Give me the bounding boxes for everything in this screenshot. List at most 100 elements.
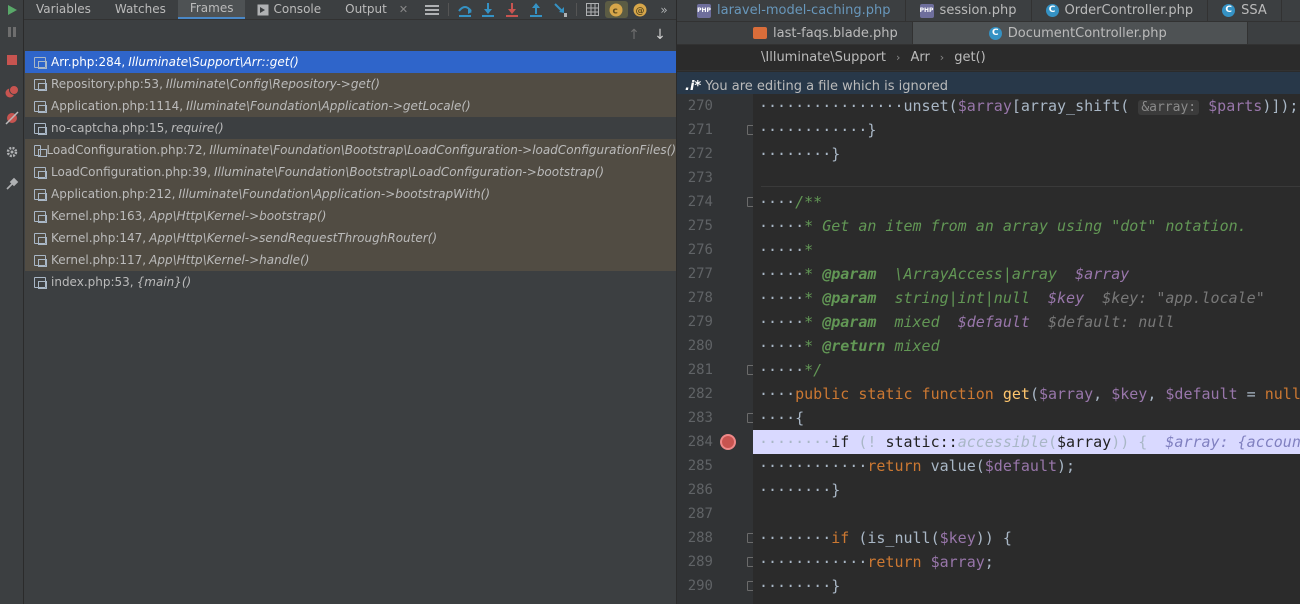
line-number: 289	[687, 554, 713, 570]
close-icon[interactable]: ✕	[399, 0, 408, 19]
stack-frame-icon	[34, 232, 47, 245]
editor-tab-order-controller[interactable]: C OrderController.php	[1032, 0, 1209, 21]
chevron-right-icon: ›	[939, 51, 945, 64]
previous-frame-arrow-up-icon[interactable]: ↑	[626, 26, 642, 44]
step-into-icon[interactable]	[477, 0, 501, 19]
next-frame-arrow-down-icon[interactable]: ↓	[652, 26, 668, 44]
tab-variables[interactable]: Variables	[24, 0, 103, 19]
code-line: ·····* @param mixed $default $default: n…	[759, 313, 1175, 331]
code-line: ········}	[759, 145, 841, 163]
debug-tool-strip	[0, 0, 24, 604]
php-class-icon: C	[1222, 4, 1236, 17]
frame-row[interactable]: index.php:53, {main}()	[25, 271, 676, 293]
stack-frame-icon	[34, 276, 47, 289]
line-number: 275	[687, 218, 713, 234]
code-line: ····/**	[759, 193, 823, 211]
line-number: 288	[687, 530, 713, 546]
frame-row[interactable]: Kernel.php:117, App\Http\Kernel->handle()	[25, 249, 676, 271]
code-editor[interactable]: ················unset($array[array_shift…	[753, 94, 1300, 604]
editor-tab-row-1: PHP laravel-model-caching.php PHP sessio…	[677, 0, 1300, 22]
frame-row[interactable]: Repository.php:53, Illuminate\Config\Repo…	[25, 73, 676, 95]
view-breakpoints-icon[interactable]	[2, 82, 22, 102]
code-line: ····{	[759, 409, 805, 427]
blade-file-icon	[753, 27, 767, 39]
stack-frame-icon	[34, 78, 47, 91]
line-number: 274	[687, 194, 713, 210]
line-number: 278	[687, 290, 713, 306]
ignored-file-message: You are editing a file which is ignored	[705, 78, 949, 94]
editor-tab-laravel-model-caching[interactable]: PHP laravel-model-caching.php	[677, 0, 906, 21]
tab-output[interactable]: Output ✕	[333, 0, 420, 19]
stack-frame-icon	[34, 56, 47, 69]
stack-frame-icon	[34, 166, 47, 179]
debugger-tab-bar: Variables Watches Frames Console Output …	[24, 0, 676, 20]
line-number: 271	[687, 122, 713, 138]
frame-row[interactable]: Kernel.php:147, App\Http\Kernel->sendRequ…	[25, 227, 676, 249]
line-number: 284	[687, 434, 713, 450]
pause-program-icon[interactable]	[2, 22, 22, 42]
frame-row[interactable]: LoadConfiguration.php:39, Illuminate\Foun…	[25, 161, 676, 183]
editor-gutter[interactable]: 270 271 272 273 274 275 276 277 278 279 …	[677, 94, 756, 604]
line-number: 280	[687, 338, 713, 354]
more-tabs-chevron-icon[interactable]: »	[652, 0, 676, 19]
line-number: 283	[687, 410, 713, 426]
code-line: ····public static function get($array, $…	[759, 385, 1300, 403]
pin-tab-icon[interactable]	[2, 174, 22, 194]
tab-frames[interactable]: Frames	[177, 0, 246, 19]
breakpoint-icon[interactable]	[720, 434, 736, 450]
frame-row[interactable]: Application.php:1114, Illuminate\Foundati…	[25, 95, 676, 117]
frame-row[interactable]: Application.php:212, Illuminate\Foundatio…	[25, 183, 676, 205]
evaluate-expression-icon[interactable]	[581, 0, 605, 19]
editor-tab-session[interactable]: PHP session.php	[906, 0, 1032, 21]
breadcrumb: \Illuminate\Support › Arr › get()	[677, 45, 1300, 71]
stack-frame-icon	[34, 100, 47, 113]
breadcrumb-method[interactable]: get()	[954, 50, 986, 65]
code-line: ·····* @param string|int|null $key $key:…	[759, 289, 1265, 307]
resume-program-icon[interactable]	[2, 0, 22, 20]
line-number: 281	[687, 362, 713, 378]
php-at-filter-icon[interactable]: @	[628, 0, 652, 19]
tab-watches[interactable]: Watches	[103, 0, 178, 19]
stack-frame-icon	[34, 254, 47, 267]
frame-row[interactable]: Kernel.php:163, App\Http\Kernel->bootstra…	[25, 205, 676, 227]
php-class-icon: C	[1045, 4, 1059, 17]
editor-tab-document-controller[interactable]: C DocumentController.php	[912, 22, 1248, 44]
step-over-icon[interactable]	[453, 0, 477, 19]
code-line: ·····* @param \ArrayAccess|array $array	[759, 265, 1130, 283]
code-line: ········}	[759, 481, 841, 499]
editor-tab-last-faqs-blade[interactable]: last-faqs.blade.php	[677, 22, 913, 44]
line-number: 270	[687, 98, 713, 114]
toolbar-divider	[575, 3, 577, 16]
code-line: ············return value($default);	[759, 457, 1076, 475]
breadcrumb-namespace[interactable]: \Illuminate\Support	[761, 50, 886, 65]
line-number: 290	[687, 578, 713, 594]
line-number: 279	[687, 314, 713, 330]
method-separator	[761, 186, 1300, 187]
mute-breakpoints-icon[interactable]	[2, 108, 22, 128]
line-number: 282	[687, 386, 713, 402]
line-number: 277	[687, 266, 713, 282]
code-line: ·····*	[759, 241, 814, 259]
code-line: ········}	[759, 577, 841, 595]
chevron-right-icon: ›	[896, 51, 901, 64]
line-number: 286	[687, 482, 713, 498]
run-to-cursor-icon[interactable]	[548, 0, 572, 19]
frame-row[interactable]: no-captcha.php:15, require()	[25, 117, 676, 139]
step-out-icon[interactable]	[524, 0, 548, 19]
php-file-icon: PHP	[919, 3, 934, 18]
php-class-filter-icon[interactable]: c	[604, 1, 629, 18]
show-execution-point-icon[interactable]	[420, 0, 444, 19]
ignore-file-marker: .i*	[685, 78, 702, 94]
settings-gear-icon[interactable]	[2, 142, 22, 162]
tab-console[interactable]: Console	[245, 0, 333, 19]
code-line: ············return $array;	[759, 553, 994, 571]
breadcrumb-class[interactable]: Arr	[910, 50, 929, 65]
editor-tab-ssa[interactable]: C SSA	[1208, 0, 1282, 21]
stop-icon[interactable]	[2, 50, 22, 70]
stack-frame-icon	[34, 210, 47, 223]
frame-row[interactable]: LoadConfiguration.php:72, Illuminate\Foun…	[25, 139, 676, 161]
php-class-icon: C	[988, 26, 1002, 40]
svg-text:@: @	[636, 6, 645, 16]
frame-row[interactable]: Arr.php:284, Illuminate\Support\Arr::get(…	[25, 51, 676, 73]
force-step-into-icon[interactable]	[500, 0, 524, 19]
